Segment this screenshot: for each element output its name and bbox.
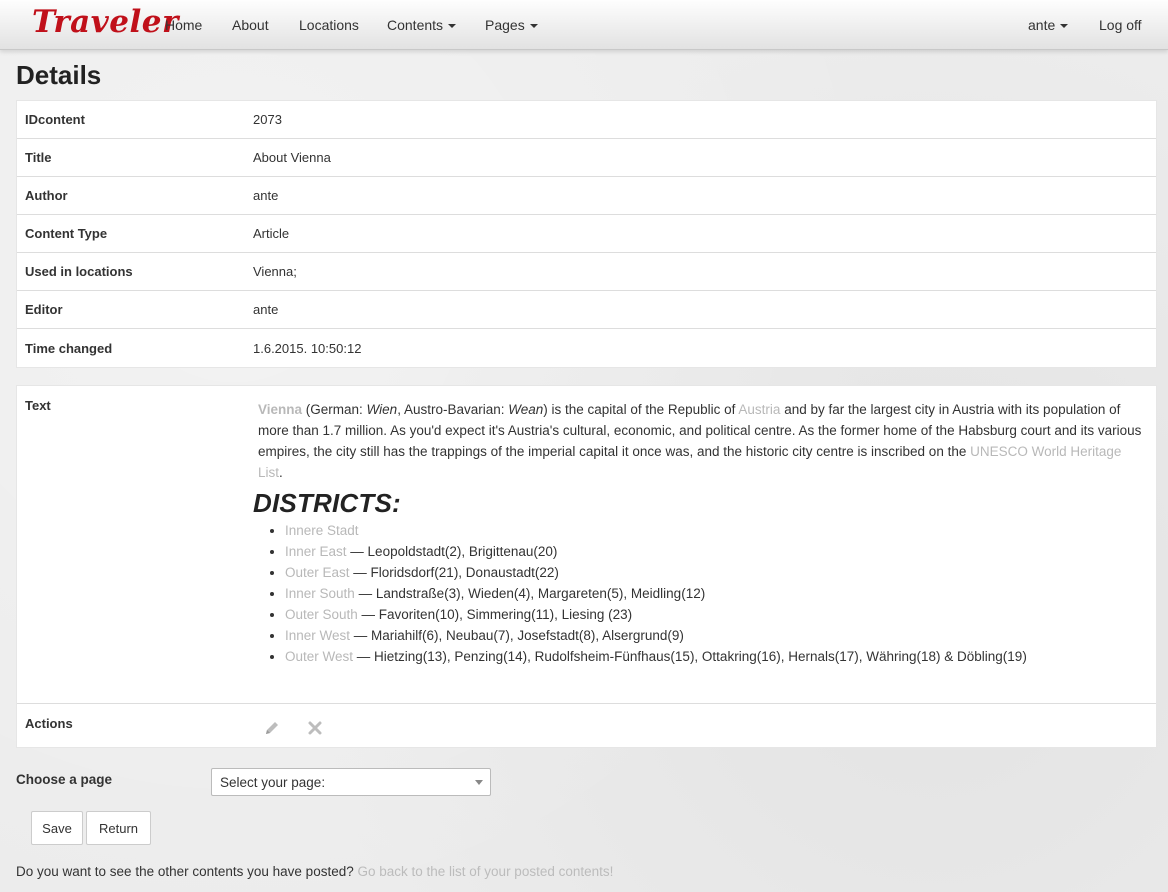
table-row: Author ante xyxy=(17,177,1156,215)
nav-locations[interactable]: Locations xyxy=(299,17,359,33)
table-row: Used in locations Vienna; xyxy=(17,253,1156,291)
user-menu-dropdown[interactable]: ante xyxy=(1028,17,1069,33)
page-select[interactable]: Select your page: xyxy=(211,768,491,796)
detail-label: Editor xyxy=(25,302,63,317)
detail-value: 1.6.2015. 10:50:12 xyxy=(253,340,362,356)
intro-italic: Wien xyxy=(366,402,398,417)
austria-link[interactable]: Austria xyxy=(738,402,780,417)
footer-question: Do you want to see the other contents yo… xyxy=(16,864,613,879)
intro-text: ) is the capital of the Republic of xyxy=(543,402,739,417)
list-item: Inner South — Landstraße(3), Wieden(4), … xyxy=(285,583,1148,604)
brand-logo[interactable]: Traveler xyxy=(32,4,179,40)
actions-row: Actions xyxy=(17,703,1156,749)
district-link[interactable]: Outer South xyxy=(285,607,358,622)
table-row: Time changed 1.6.2015. 10:50:12 xyxy=(17,329,1156,367)
table-row: Title About Vienna xyxy=(17,139,1156,177)
detail-label: IDcontent xyxy=(25,112,85,127)
page-select-value: Select your page: xyxy=(220,775,326,790)
district-link[interactable]: Outer East xyxy=(285,565,350,580)
district-detail: — Mariahilf(6), Neubau(7), Josefstadt(8)… xyxy=(350,628,684,643)
text-section: Text Vienna (German: Wien, Austro-Bavari… xyxy=(16,385,1157,748)
list-item: Outer South — Favoriten(10), Simmering(1… xyxy=(285,604,1148,625)
table-row: IDcontent 2073 xyxy=(17,101,1156,139)
nav-home[interactable]: Home xyxy=(165,17,202,33)
nav-contents-label: Contents xyxy=(387,17,444,33)
navbar: Traveler Home About Locations Contents P… xyxy=(0,0,1168,50)
footer-question-text: Do you want to see the other contents yo… xyxy=(16,864,358,879)
district-link[interactable]: Inner East xyxy=(285,544,347,559)
detail-value: ante xyxy=(253,188,279,203)
district-link[interactable]: Innere Stadt xyxy=(285,523,359,538)
save-button[interactable]: Save xyxy=(31,811,83,845)
district-link[interactable]: Outer West xyxy=(285,649,353,664)
intro-italic: Wean xyxy=(508,402,544,417)
intro-text: , Austro-Bavarian: xyxy=(397,402,509,417)
pencil-icon[interactable] xyxy=(264,720,280,736)
detail-value: 2073 xyxy=(253,112,282,127)
detail-value: About Vienna xyxy=(253,150,331,165)
caret-down-icon xyxy=(448,24,457,29)
table-row: Content Type Article xyxy=(17,215,1156,253)
details-table: IDcontent 2073 Title About Vienna Author… xyxy=(16,100,1157,368)
user-name: ante xyxy=(1028,17,1056,33)
district-detail: — Leopoldstadt(2), Brigittenau(20) xyxy=(346,544,558,559)
district-detail: — Hietzing(13), Penzing(14), Rudolfsheim… xyxy=(353,649,1027,664)
district-detail: — Floridsdorf(21), Donaustadt(22) xyxy=(349,565,559,580)
nav-pages-label: Pages xyxy=(485,17,525,33)
district-link[interactable]: Inner West xyxy=(285,628,350,643)
districts-list: Innere Stadt Inner East — Leopoldstadt(2… xyxy=(258,520,1148,667)
detail-label: Content Type xyxy=(25,226,108,241)
list-item: Outer West — Hietzing(13), Penzing(14), … xyxy=(285,646,1148,667)
nav-pages-dropdown[interactable]: Pages xyxy=(485,17,538,33)
caret-down-icon xyxy=(529,24,538,29)
nav-about[interactable]: About xyxy=(232,17,269,33)
detail-value: ante xyxy=(253,302,279,317)
detail-label: Title xyxy=(25,150,52,165)
return-button[interactable]: Return xyxy=(86,811,151,845)
close-icon[interactable] xyxy=(307,720,323,736)
posted-contents-link[interactable]: Go back to the list of your posted conte… xyxy=(357,864,613,879)
district-detail: — Favoriten(10), Simmering(11), Liesing … xyxy=(357,607,633,622)
text-body: Vienna (German: Wien, Austro-Bavarian: W… xyxy=(253,399,1148,667)
page-title: Details xyxy=(16,60,102,90)
text-label: Text xyxy=(25,398,51,413)
intro-text: (German: xyxy=(302,402,367,417)
detail-label: Author xyxy=(25,188,68,203)
vienna-link[interactable]: Vienna xyxy=(258,402,302,417)
detail-value: Article xyxy=(253,226,290,241)
districts-heading: DISTRICTS: xyxy=(253,488,401,518)
list-item: Inner West — Mariahilf(6), Neubau(7), Jo… xyxy=(285,625,1148,646)
intro-text: . xyxy=(279,465,283,480)
choose-page-label: Choose a page xyxy=(16,772,113,787)
chevron-down-icon xyxy=(475,780,483,785)
list-item: Outer East — Floridsdorf(21), Donaustadt… xyxy=(285,562,1148,583)
table-row: Editor ante xyxy=(17,291,1156,329)
caret-down-icon xyxy=(1060,24,1069,29)
actions-label: Actions xyxy=(25,716,73,731)
logoff-link[interactable]: Log off xyxy=(1099,17,1142,33)
district-detail: — Landstraße(3), Wieden(4), Margareten(5… xyxy=(354,586,706,601)
detail-label: Used in locations xyxy=(25,264,133,279)
nav-contents-dropdown[interactable]: Contents xyxy=(387,17,457,33)
intro-paragraph: Vienna (German: Wien, Austro-Bavarian: W… xyxy=(258,399,1148,483)
list-item: Inner East — Leopoldstadt(2), Brigittena… xyxy=(285,541,1148,562)
detail-value: Vienna; xyxy=(253,264,297,279)
district-link[interactable]: Inner South xyxy=(285,586,355,601)
detail-label: Time changed xyxy=(25,340,113,356)
list-item: Innere Stadt xyxy=(285,520,1148,541)
